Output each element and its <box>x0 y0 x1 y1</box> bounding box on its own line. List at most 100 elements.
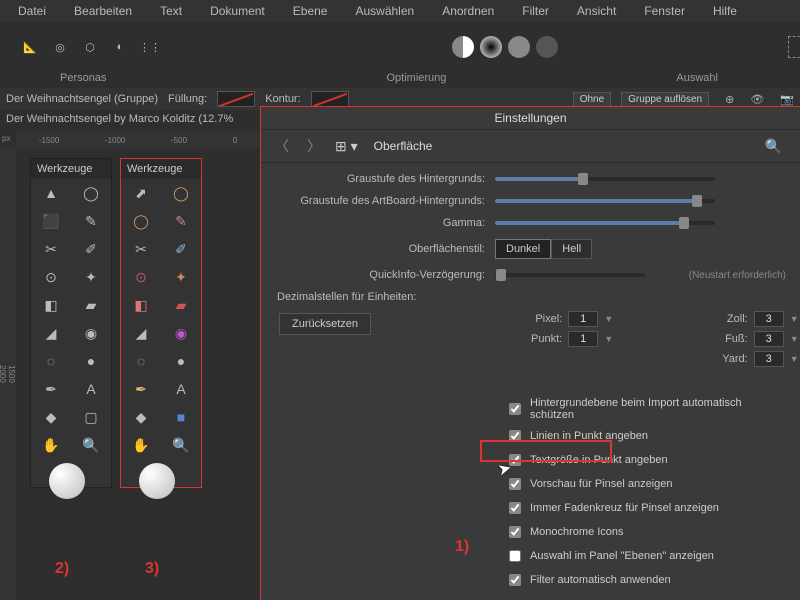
menu-datei[interactable]: Datei <box>18 4 46 18</box>
checkbox[interactable] <box>509 574 521 586</box>
persona-photo-icon[interactable]: 📐 <box>18 35 42 59</box>
persona-export-icon[interactable]: ⋮⋮ <box>138 35 162 59</box>
stroke-swatch[interactable] <box>311 91 349 107</box>
check-monochrome-i[interactable]: Monochrome Icons <box>505 523 786 541</box>
balance-icon[interactable] <box>508 36 530 58</box>
checkbox[interactable] <box>509 478 521 490</box>
fill-tool-icon[interactable]: ▰ <box>71 291 111 319</box>
check-linien-in-pu[interactable]: Linien in Punkt angeben <box>505 427 786 445</box>
checkbox[interactable] <box>509 454 521 466</box>
rect-tool-icon[interactable]: ▢ <box>71 403 111 431</box>
style-dark[interactable]: Dunkel <box>495 239 551 259</box>
style-segment[interactable]: Dunkel Hell <box>495 239 592 259</box>
punkt-value[interactable]: 1 <box>568 331 598 347</box>
fuss-value[interactable]: 3 <box>754 331 784 347</box>
menu-fenster[interactable]: Fenster <box>644 4 685 18</box>
fill-swatch[interactable] <box>217 91 255 107</box>
clone-tool-icon[interactable]: ✦ <box>71 263 111 291</box>
marquee-icon[interactable] <box>788 36 800 58</box>
dd-icon[interactable]: ▼ <box>790 314 800 324</box>
search-icon[interactable]: 🔍 <box>765 138 782 155</box>
camera-icon[interactable]: 📷 <box>780 93 794 106</box>
crop-tool-icon[interactable]: ✂ <box>121 235 161 263</box>
back-icon[interactable]: 〈 <box>271 136 293 156</box>
checkbox[interactable] <box>509 403 521 415</box>
check-auswahl-im-p[interactable]: Auswahl im Panel "Ebenen" anzeigen <box>505 547 786 565</box>
picker-tool-icon[interactable]: ✐ <box>71 235 111 263</box>
gradient-tool-icon[interactable]: ◢ <box>121 319 161 347</box>
checkbox[interactable] <box>509 526 521 538</box>
levels-icon[interactable] <box>452 36 474 58</box>
erase-tool-icon[interactable]: ◧ <box>121 291 161 319</box>
dd-icon[interactable]: ▼ <box>790 334 800 344</box>
menu-dokument[interactable]: Dokument <box>210 4 265 18</box>
forward-icon[interactable]: 〉 <box>303 136 325 156</box>
pen-tool-icon[interactable]: ✒ <box>31 375 71 403</box>
reset-button[interactable]: Zurücksetzen <box>279 313 371 335</box>
fill-tool-icon[interactable]: ▰ <box>161 291 201 319</box>
persona-tone-icon[interactable]: ◐ <box>108 35 132 59</box>
menu-ebene[interactable]: Ebene <box>293 4 328 18</box>
select-tool-icon[interactable]: ⬛ <box>31 207 71 235</box>
ungroup-button[interactable]: Gruppe auflösen <box>621 92 709 107</box>
zoll-value[interactable]: 3 <box>754 311 784 327</box>
persona-develop-icon[interactable]: ⬡ <box>78 35 102 59</box>
persona-liquify-icon[interactable]: ◎ <box>48 35 72 59</box>
zoom-tool-icon[interactable]: 🔍 <box>71 431 111 459</box>
zoom-tool-icon[interactable]: 🔍 <box>161 431 201 459</box>
menu-anordnen[interactable]: Anordnen <box>442 4 494 18</box>
brush-tool-icon[interactable]: ✎ <box>71 207 111 235</box>
dd-icon[interactable]: ▼ <box>604 334 620 344</box>
contrast-icon[interactable] <box>480 36 502 58</box>
menu-ansicht[interactable]: Ansicht <box>577 4 616 18</box>
checkbox[interactable] <box>509 430 521 442</box>
dd-icon[interactable]: ▼ <box>604 314 620 324</box>
gradient-tool-icon[interactable]: ◢ <box>31 319 71 347</box>
shape-tool-icon[interactable]: ◆ <box>31 403 71 431</box>
pixel-value[interactable]: 1 <box>568 311 598 327</box>
menu-text[interactable]: Text <box>160 4 182 18</box>
tooltip-slider[interactable] <box>495 273 645 277</box>
brush-tool-icon[interactable]: ✎ <box>161 207 201 235</box>
menu-hilfe[interactable]: Hilfe <box>713 4 737 18</box>
smudge-tool-icon[interactable]: ◉ <box>71 319 111 347</box>
smudge-tool-icon[interactable]: ◉ <box>161 319 201 347</box>
clone-tool-icon[interactable]: ✦ <box>161 263 201 291</box>
text-tool-icon[interactable]: A <box>161 375 201 403</box>
curves-icon[interactable] <box>536 36 558 58</box>
target-icon[interactable]: ⊕ <box>725 93 734 106</box>
check-vorschau-für[interactable]: Vorschau für Pinsel anzeigen <box>505 475 786 493</box>
none-button[interactable]: Ohne <box>573 92 611 107</box>
bg-gray-slider[interactable] <box>495 177 715 181</box>
heal-tool-icon[interactable]: ⊙ <box>121 263 161 291</box>
dodge-tool-icon[interactable]: ◌ <box>31 347 71 375</box>
heal-tool-icon[interactable]: ⊙ <box>31 263 71 291</box>
checkbox[interactable] <box>509 550 521 562</box>
pen-tool-icon[interactable]: ✒ <box>121 375 161 403</box>
menu-bearbeiten[interactable]: Bearbeiten <box>74 4 132 18</box>
artboard-gray-slider[interactable] <box>495 199 715 203</box>
dd-icon[interactable]: ▼ <box>790 354 800 364</box>
check-immer-fadenk[interactable]: Immer Fadenkreuz für Pinsel anzeigen <box>505 499 786 517</box>
rect-tool-icon[interactable]: ■ <box>161 403 201 431</box>
hand-tool-icon[interactable]: ✋ <box>31 431 71 459</box>
yard-value[interactable]: 3 <box>754 351 784 367</box>
lasso-tool-icon[interactable]: ◯ <box>161 179 201 207</box>
grid-view-icon[interactable]: ⊞ ▾ <box>335 138 358 155</box>
move-tool-icon[interactable]: ▲ <box>31 179 71 207</box>
burn-tool-icon[interactable]: ● <box>161 347 201 375</box>
color-swatch-icon[interactable] <box>31 459 111 487</box>
check-textgröße-in[interactable]: Textgröße in Punkt angeben <box>505 451 786 469</box>
lasso-tool-icon[interactable]: ◯ <box>71 179 111 207</box>
eye-icon[interactable]: 👁 <box>750 93 764 106</box>
erase-tool-icon[interactable]: ◧ <box>31 291 71 319</box>
gamma-slider[interactable] <box>495 221 715 225</box>
check-hintergrunde[interactable]: Hintergrundebene beim Import automatisch… <box>505 397 786 421</box>
menu-auswählen[interactable]: Auswählen <box>355 4 414 18</box>
select-tool-icon[interactable]: ◯ <box>121 207 161 235</box>
dodge-tool-icon[interactable]: ◌ <box>121 347 161 375</box>
burn-tool-icon[interactable]: ● <box>71 347 111 375</box>
move-tool-icon[interactable]: ⬈ <box>121 179 161 207</box>
style-light[interactable]: Hell <box>551 239 592 259</box>
shape-tool-icon[interactable]: ◆ <box>121 403 161 431</box>
